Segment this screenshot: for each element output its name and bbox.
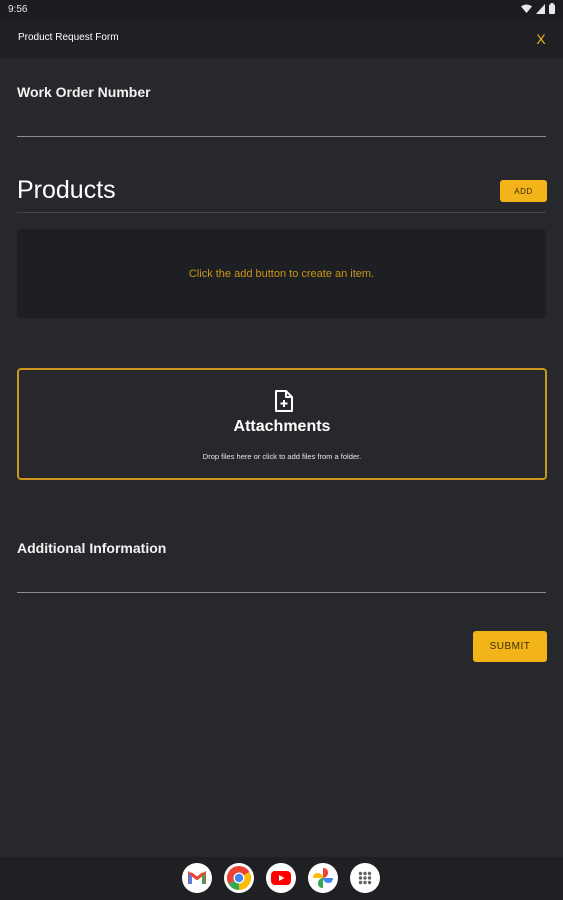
- attachments-dropzone[interactable]: Attachments Drop files here or click to …: [17, 368, 547, 480]
- page-title: Product Request Form: [18, 32, 119, 43]
- attachments-hint: Drop files here or click to add files fr…: [202, 452, 362, 461]
- wifi-icon: [521, 4, 532, 13]
- additional-info-input[interactable]: [17, 592, 546, 593]
- app-header: Product Request Form X: [0, 20, 563, 58]
- close-button[interactable]: X: [533, 30, 549, 48]
- products-empty-panel: Click the add button to create an item.: [17, 229, 546, 318]
- status-bar: 9:56: [0, 0, 563, 20]
- attachments-title: Attachments: [233, 418, 331, 435]
- battery-icon: [549, 3, 555, 14]
- app-screen: 9:56 Product Request Form X Work Order N…: [0, 0, 563, 900]
- add-product-button[interactable]: ADD: [500, 180, 547, 202]
- status-icons: [521, 3, 555, 14]
- app-dock: [0, 857, 563, 900]
- app-drawer-icon[interactable]: [350, 863, 380, 893]
- file-add-icon: [275, 390, 293, 412]
- chrome-icon[interactable]: [224, 863, 254, 893]
- work-order-label: Work Order Number: [17, 84, 151, 100]
- gmail-icon[interactable]: [182, 863, 212, 893]
- additional-info-label: Additional Information: [17, 540, 167, 556]
- photos-icon[interactable]: [308, 863, 338, 893]
- signal-icon: [536, 3, 545, 14]
- empty-message: Click the add button to create an item.: [188, 267, 375, 280]
- work-order-input[interactable]: [17, 136, 546, 137]
- youtube-icon[interactable]: [266, 863, 296, 893]
- products-divider: [17, 212, 546, 213]
- products-heading: Products: [17, 176, 116, 204]
- submit-button[interactable]: SUBMIT: [473, 631, 547, 662]
- status-time: 9:56: [8, 4, 28, 15]
